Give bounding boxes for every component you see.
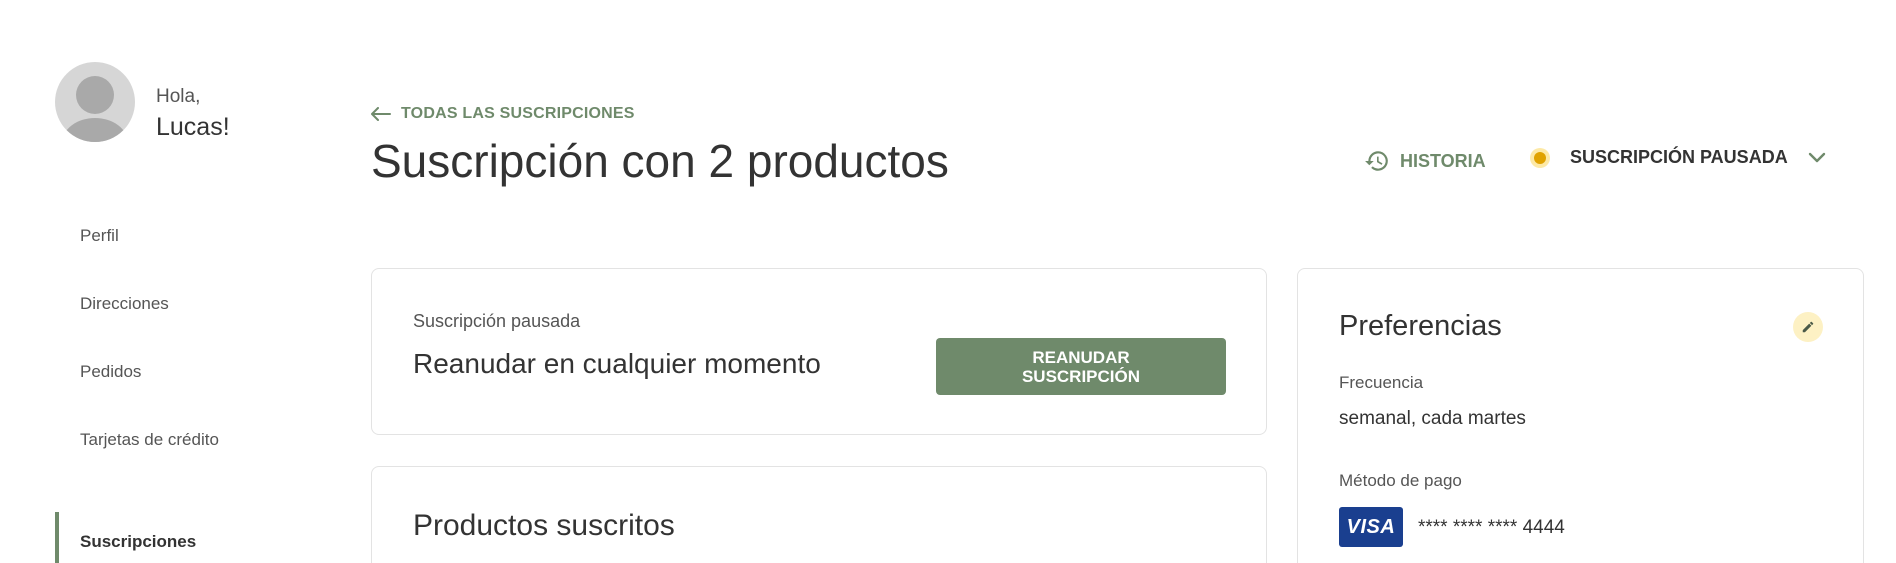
preferences-title: Preferencias [1339, 310, 1502, 342]
back-link-label: TODAS LAS SUSCRIPCIONES [401, 105, 635, 122]
frequency-label: Frecuencia [1339, 373, 1424, 392]
greeting: Hola, [156, 86, 201, 107]
status-dot-icon [1530, 147, 1550, 168]
active-indicator [55, 512, 59, 563]
frequency-value: semanal, cada martes [1339, 408, 1526, 429]
payment-method-label: Método de pago [1339, 471, 1462, 490]
page-title: Suscripción con 2 productos [371, 135, 949, 187]
back-to-subscriptions-link[interactable]: TODAS LAS SUSCRIPCIONES [371, 105, 635, 123]
sidebar-item-tarjetas[interactable]: Tarjetas de crédito [80, 430, 219, 450]
history-button[interactable]: HISTORIA [1364, 148, 1486, 174]
pencil-icon [1802, 321, 1814, 333]
subscribed-products-card: Productos suscritos [371, 466, 1267, 563]
edit-preferences-button[interactable] [1793, 312, 1823, 342]
chevron-down-icon [1808, 152, 1825, 162]
preferences-card: Preferencias Frecuencia semanal, cada ma… [1297, 268, 1864, 563]
sidebar: Hola, Lucas! Perfil Direcciones Pedidos … [0, 0, 330, 563]
history-icon [1365, 151, 1388, 171]
paused-subtitle: Suscripción pausada [413, 311, 581, 331]
card-number: **** **** **** 4444 [1418, 517, 1565, 538]
sidebar-item-direcciones[interactable]: Direcciones [80, 294, 169, 314]
subscription-status-dropdown[interactable]: SUSCRIPCIÓN PAUSADA [1530, 147, 1826, 168]
paused-message: Reanudar en cualquier momento [413, 348, 821, 379]
resume-subscription-button[interactable]: REANUDAR SUSCRIPCIÓN [936, 338, 1226, 395]
arrow-left-icon [371, 107, 391, 121]
visa-logo-icon: VISA [1339, 507, 1403, 547]
status-label: SUSCRIPCIÓN PAUSADA [1570, 147, 1788, 167]
products-title: Productos suscritos [413, 509, 675, 542]
avatar [55, 62, 135, 142]
history-label: HISTORIA [1400, 150, 1486, 171]
sidebar-item-pedidos[interactable]: Pedidos [80, 362, 141, 382]
sidebar-item-suscripciones[interactable]: Suscripciones [80, 532, 196, 552]
sidebar-item-perfil[interactable]: Perfil [80, 226, 119, 246]
paused-subscription-card: Suscripción pausada Reanudar en cualquie… [371, 268, 1267, 435]
user-name: Lucas! [156, 113, 230, 141]
